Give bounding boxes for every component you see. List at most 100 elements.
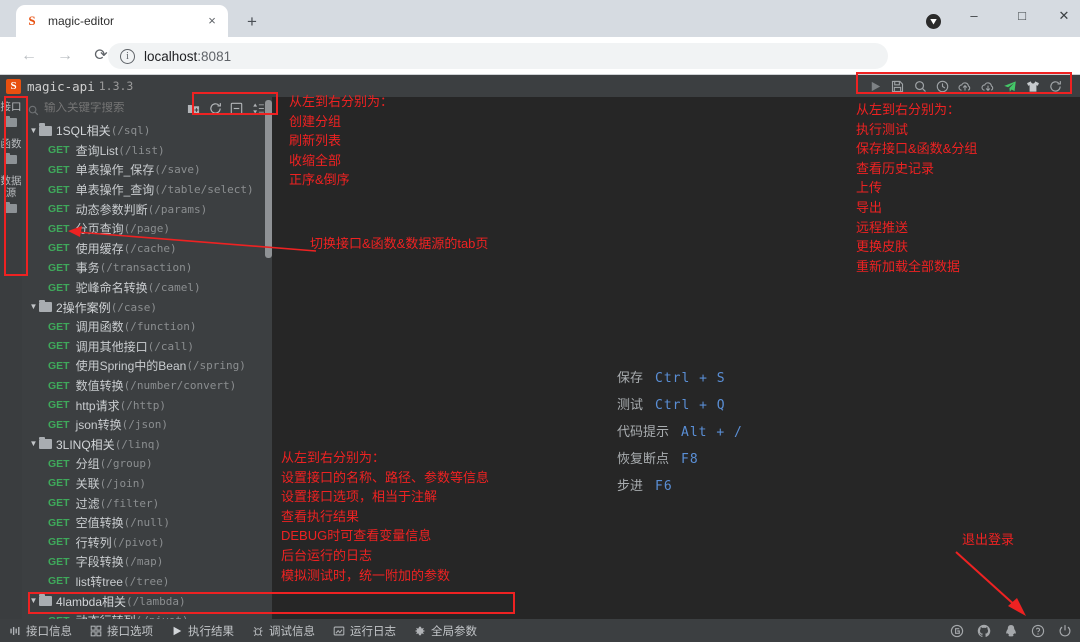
tree-item-row[interactable]: GET行转列(/pivot)	[22, 532, 272, 552]
annotation-line: 执行测试	[856, 120, 977, 140]
sidebar-tab-datasource[interactable]: 数据源	[0, 171, 22, 201]
bottom-tab-run-result[interactable]: 执行结果	[162, 619, 243, 642]
tree-item-row[interactable]: GET单表操作_保存(/save)	[22, 160, 272, 180]
search-input[interactable]	[44, 102, 174, 114]
window-close-button[interactable]: ✕	[1042, 0, 1080, 32]
tree-group-row[interactable]: ▼4lambda相关(/lambda)	[22, 591, 272, 611]
chevron-down-icon[interactable]: ▼	[28, 596, 39, 606]
http-method-badge: GET	[48, 203, 70, 215]
tree-item-row[interactable]: GET 分组(/group)	[22, 454, 272, 474]
annotation-line: 刷新列表	[289, 131, 393, 151]
annotation-logout: 退出登录	[962, 530, 1014, 550]
tree-item-row[interactable]: GET使用缓存(/cache)	[22, 239, 272, 259]
address-bar-url: localhost:8081	[144, 49, 231, 64]
tree-item-path: (/group)	[100, 457, 153, 470]
save-icon[interactable]	[889, 77, 907, 95]
qq-icon[interactable]	[1004, 624, 1018, 638]
bottom-tab-global-params[interactable]: 全局参数	[405, 619, 486, 642]
power-icon[interactable]	[1058, 624, 1072, 638]
gitee-icon[interactable]	[950, 624, 964, 638]
tree-item-row[interactable]: GET动态参数判断(/params)	[22, 199, 272, 219]
tree-item-path: (/filter)	[100, 497, 160, 510]
tree-item-row[interactable]: GEThttp请求(/http)	[22, 395, 272, 415]
folder-icon	[39, 126, 52, 136]
sidebar-tab-interface[interactable]: 接口	[0, 97, 22, 115]
tree-item-name: list转tree	[76, 573, 123, 590]
tree-item-row[interactable]: GET调用其他接口(/call)	[22, 337, 272, 357]
tree-item-row[interactable]: GET数值转换(/number/convert)	[22, 376, 272, 396]
push-icon[interactable]	[1001, 77, 1019, 95]
tree-scrollbar[interactable]	[265, 100, 272, 258]
tree-item-row[interactable]: GET使用Spring中的Bean(/spring)	[22, 356, 272, 376]
close-icon[interactable]: ×	[204, 13, 220, 29]
tree-item-row[interactable]: GETjson转换(/json)	[22, 415, 272, 435]
annotation-line: 设置接口的名称、路径、参数等信息	[281, 468, 489, 488]
run-test-icon[interactable]	[866, 77, 884, 95]
tree-group-row[interactable]: ▼2操作案例(/case)	[22, 297, 272, 317]
window-minimize-button[interactable]: –	[952, 0, 996, 32]
tree-item-row[interactable]: GET驼峰命名转换(/camel)	[22, 278, 272, 298]
browser-profile-badge-icon[interactable]	[926, 14, 941, 29]
tree-item-row[interactable]: GET调用函数(/function)	[22, 317, 272, 337]
tree-group-path: (/linq)	[115, 438, 161, 451]
help-icon[interactable]	[1031, 624, 1045, 638]
run-result-icon	[171, 625, 183, 637]
sidebar-tab-function[interactable]: 函数	[0, 134, 22, 152]
new-tab-button[interactable]: +	[240, 10, 264, 34]
tree-item-path: (/function)	[124, 320, 197, 333]
tree-item-row[interactable]: GET空值转换(/null)	[22, 513, 272, 533]
skin-icon[interactable]	[1024, 77, 1042, 95]
chevron-down-icon[interactable]: ▼	[28, 302, 39, 312]
cloud-upload-icon[interactable]	[956, 77, 974, 95]
sort-icon[interactable]	[251, 101, 266, 116]
screenshot-root: S magic-editor × + – □ ✕ ← → ⟳ i localho…	[0, 0, 1080, 642]
tree-item-row[interactable]: GET分页查询(/page)	[22, 219, 272, 239]
new-group-icon[interactable]	[186, 101, 201, 116]
tree-group-path: (/sql)	[111, 124, 151, 137]
http-method-badge: GET	[48, 458, 70, 470]
back-icon[interactable]: ←	[14, 41, 44, 71]
history-icon[interactable]	[934, 77, 952, 95]
bottom-tab-run-log[interactable]: 运行日志	[324, 619, 405, 642]
refresh-icon[interactable]	[208, 101, 223, 116]
bottom-tab-label: 执行结果	[188, 623, 234, 639]
resource-tree[interactable]: ▼1SQL相关(/sql)GET查询List(/list)GET单表操作_保存(…	[22, 119, 272, 642]
folder-icon	[5, 204, 17, 213]
tree-item-name: 分组	[76, 455, 100, 472]
tree-item-row[interactable]: GET单表操作_查询(/table/select)	[22, 180, 272, 200]
shortcut-label: 测试	[617, 394, 643, 413]
tree-item-row[interactable]: GET过滤(/filter)	[22, 493, 272, 513]
folder-icon	[39, 596, 52, 606]
address-bar[interactable]: i localhost:8081	[108, 43, 888, 69]
bottom-tab-interface-info[interactable]: 接口信息	[0, 619, 81, 642]
tree-group-row[interactable]: ▼3LINQ相关(/linq)	[22, 435, 272, 455]
tree-item-path: (/list)	[118, 144, 164, 157]
reload-all-icon[interactable]	[1046, 77, 1064, 95]
annotation-line: 上传	[856, 178, 977, 198]
bottom-tab-interface-options[interactable]: 接口选项	[81, 619, 162, 642]
tree-item-path: (/table/select)	[154, 183, 253, 196]
browser-tab[interactable]: S magic-editor ×	[16, 5, 228, 37]
collapse-all-icon[interactable]	[229, 101, 244, 116]
cloud-download-icon[interactable]	[979, 77, 997, 95]
chevron-down-icon[interactable]: ▼	[28, 126, 39, 136]
site-info-icon[interactable]: i	[120, 49, 135, 64]
window-maximize-button[interactable]: □	[1000, 0, 1044, 32]
bottom-tab-label: 全局参数	[431, 623, 477, 639]
search-icon[interactable]	[911, 77, 929, 95]
tree-item-row[interactable]: GETlist转tree(/tree)	[22, 572, 272, 592]
tree-group-row[interactable]: ▼1SQL相关(/sql)	[22, 121, 272, 141]
tree-item-name: 关联	[76, 475, 100, 492]
forward-icon[interactable]: →	[50, 41, 80, 71]
shortcut-keys: Alt + /	[681, 425, 743, 440]
tree-item-row[interactable]: GET关联(/join)	[22, 474, 272, 494]
bottom-tab-debug-info[interactable]: 调试信息	[243, 619, 324, 642]
chevron-down-icon[interactable]: ▼	[28, 439, 39, 449]
tree-item-row[interactable]: GET事务(/transaction)	[22, 258, 272, 278]
http-method-badge: GET	[48, 517, 70, 529]
github-icon[interactable]	[977, 624, 991, 638]
tree-item-name: 调用其他接口	[76, 338, 148, 355]
tree-item-path: (/save)	[154, 163, 200, 176]
tree-item-row[interactable]: GET查询List(/list)	[22, 141, 272, 161]
tree-item-row[interactable]: GET字段转换(/map)	[22, 552, 272, 572]
